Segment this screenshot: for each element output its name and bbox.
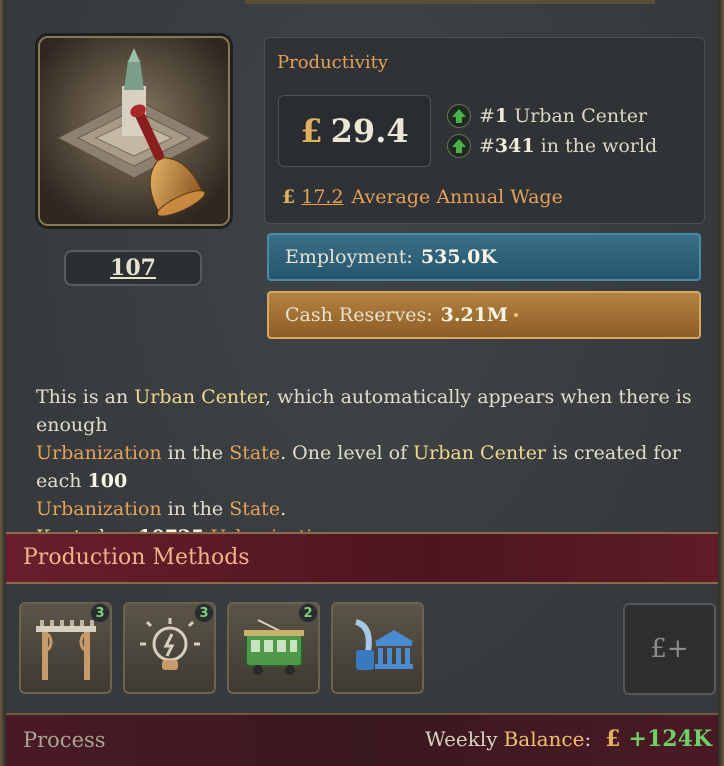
pm-badge: 3 — [90, 603, 110, 623]
desc-number: 100 — [87, 470, 128, 492]
desc-text: in the — [167, 442, 224, 464]
productivity-value-box[interactable]: £ 29.4 — [278, 95, 431, 167]
desc-link-state[interactable]: State — [229, 498, 280, 520]
desc-text: in the — [167, 498, 224, 520]
desc-text: This is an — [36, 386, 129, 408]
urban-center-monument-icon — [40, 38, 228, 224]
rank-world-number: 341 — [494, 135, 535, 157]
average-wage-row[interactable]: £ 17.2 Average Annual Wage — [282, 186, 563, 208]
weekly-balance-value: +124K — [628, 726, 712, 752]
desc-link-state[interactable]: State — [229, 442, 280, 464]
productivity-value: 29.4 — [330, 112, 409, 150]
arrow-up-icon — [447, 134, 471, 158]
rank-world-label: in the world — [540, 135, 658, 157]
panel-frame-left — [0, 0, 6, 766]
desc-link-urban-center[interactable]: Urban Center — [134, 386, 265, 408]
balance-colon: : — [584, 727, 592, 751]
production-methods-title: Production Methods — [23, 545, 250, 570]
average-wage-label: Average Annual Wage — [351, 186, 563, 208]
cash-reserves-bar[interactable]: Cash Reserves: 3.21M — [267, 291, 701, 339]
add-production-method-button[interactable]: £+ — [623, 603, 716, 695]
weekly-balance[interactable]: Weekly Balance: £ +124K — [425, 726, 712, 752]
panel-top-strip — [245, 0, 655, 4]
pm-badge: 2 — [298, 603, 318, 623]
pound-icon: £ — [605, 726, 621, 752]
employment-value: 535.0K — [420, 246, 497, 268]
panel-frame-right — [718, 0, 724, 766]
pm-badge: 3 — [194, 603, 214, 623]
arrow-up-icon — [447, 104, 471, 128]
cash-reserves-value: 3.21M — [440, 304, 508, 326]
balance-label: Balance — [503, 727, 585, 751]
ink-bank-icon — [354, 619, 414, 670]
rank-world-prefix: # — [479, 135, 495, 157]
desc-text: . One level of — [280, 442, 408, 464]
building-image — [38, 36, 230, 226]
rank-state-label: Urban Center — [514, 105, 648, 127]
rank-state-number: 1 — [494, 105, 509, 127]
rank-state-row[interactable]: #1 Urban Center — [447, 104, 647, 128]
rank-state-prefix: # — [479, 105, 495, 127]
building-level[interactable]: 107 — [64, 250, 202, 286]
building-description: This is an Urban Center, which automatic… — [36, 383, 716, 551]
rank-world-row[interactable]: #341 in the world — [447, 134, 657, 158]
process-label[interactable]: Process — [23, 728, 106, 752]
cash-reserves-label: Cash Reserves: — [285, 304, 433, 326]
pm-button-bank[interactable] — [331, 602, 424, 694]
productivity-title: Productivity — [277, 52, 389, 73]
desc-link-urbanization[interactable]: Urbanization — [36, 498, 162, 520]
employment-bar[interactable]: Employment: 535.0K — [267, 233, 701, 281]
pound-icon: £ — [282, 186, 296, 208]
pergola-icon — [35, 620, 96, 680]
desc-text: . — [280, 498, 287, 520]
cash-indicator-dot — [513, 313, 518, 317]
weekly-label: Weekly — [425, 727, 498, 751]
average-wage-value: 17.2 — [301, 186, 344, 208]
desc-link-urban-center[interactable]: Urban Center — [413, 442, 546, 464]
lightbulb-icon — [139, 618, 200, 670]
tram-icon — [243, 619, 304, 675]
pound-icon: £ — [300, 112, 323, 150]
desc-link-urbanization[interactable]: Urbanization — [36, 442, 162, 464]
employment-label: Employment: — [285, 246, 413, 268]
